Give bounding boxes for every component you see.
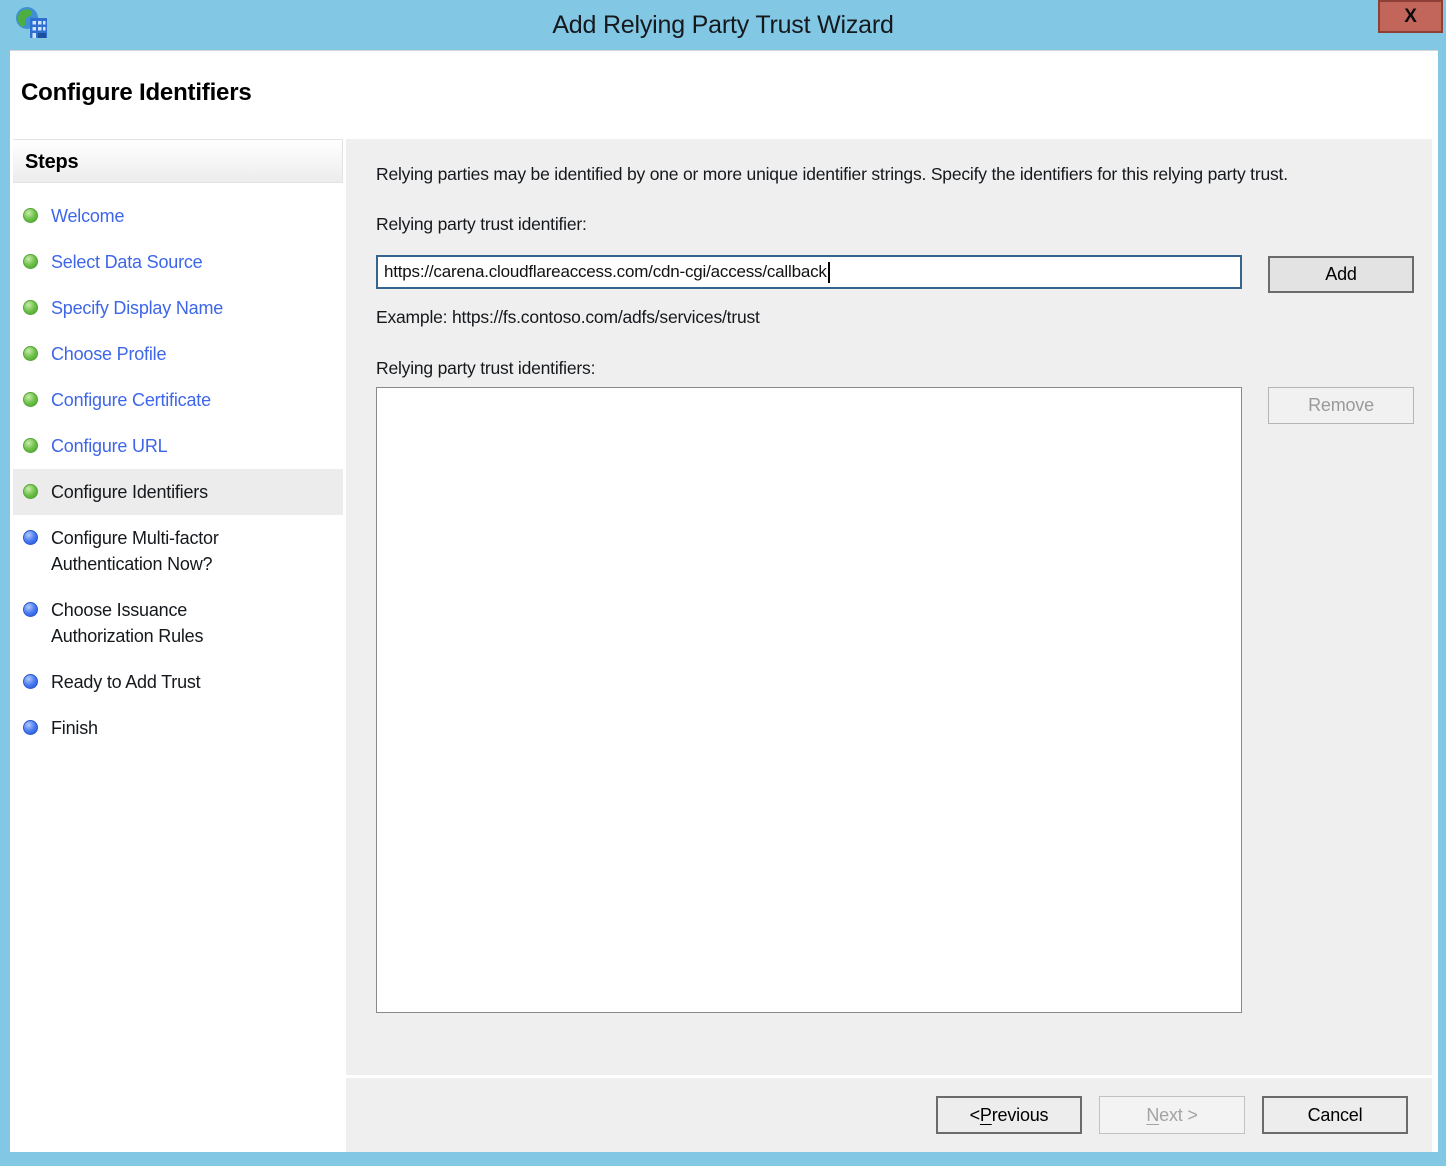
step-label: Configure Certificate: [51, 387, 211, 413]
previous-label-rest: revious: [992, 1105, 1049, 1126]
step-done-bullet: [23, 346, 38, 361]
step-label: Welcome: [51, 203, 124, 229]
close-icon: X: [1404, 6, 1416, 28]
sidebar-step-configure-url[interactable]: Configure URL: [13, 423, 343, 469]
step-pending-bullet: [23, 602, 38, 617]
step-done-bullet: [23, 300, 38, 315]
step-label: Choose Profile: [51, 341, 166, 367]
sidebar-step-configure-identifiers-current: Configure Identifiers: [13, 469, 343, 515]
sidebar-step-ready-to-add-trust: Ready to Add Trust: [13, 659, 343, 705]
identifier-input-value: https://carena.cloudflareaccess.com/cdn-…: [384, 262, 827, 282]
sidebar-step-select-data-source[interactable]: Select Data Source: [13, 239, 343, 285]
step-label: Specify Display Name: [51, 295, 223, 321]
previous-label-pre: <: [970, 1105, 980, 1126]
wizard-body: Configure Identifiers Steps Welcome Sele…: [10, 50, 1438, 1152]
sidebar-step-choose-profile[interactable]: Choose Profile: [13, 331, 343, 377]
sidebar-step-finish: Finish: [13, 705, 343, 751]
title-bar: Add Relying Party Trust Wizard X: [0, 0, 1446, 50]
sidebar-step-specify-display-name[interactable]: Specify Display Name: [13, 285, 343, 331]
sidebar-step-welcome[interactable]: Welcome: [13, 193, 343, 239]
step-pending-bullet: [23, 674, 38, 689]
identifiers-listbox[interactable]: [376, 387, 1242, 1013]
identifier-input[interactable]: https://carena.cloudflareaccess.com/cdn-…: [376, 255, 1242, 289]
steps-sidebar: Steps Welcome Select Data Source Specify…: [13, 139, 343, 1152]
intro-text: Relying parties may be identified by one…: [376, 161, 1414, 188]
step-label: Configure Multi-factor Authentication No…: [51, 525, 273, 577]
steps-heading: Steps: [13, 139, 343, 183]
sidebar-step-configure-certificate[interactable]: Configure Certificate: [13, 377, 343, 423]
step-label: Ready to Add Trust: [51, 669, 201, 695]
previous-button[interactable]: < Previous: [936, 1096, 1082, 1134]
step-done-bullet: [23, 392, 38, 407]
footer-bar: < Previous Next > Cancel: [346, 1078, 1432, 1152]
step-done-bullet: [23, 208, 38, 223]
next-label-rest: ext >: [1159, 1105, 1198, 1126]
step-label: Select Data Source: [51, 249, 202, 275]
next-button: Next >: [1099, 1096, 1245, 1134]
sidebar-step-configure-mfa: Configure Multi-factor Authentication No…: [13, 515, 343, 587]
step-label: Choose Issuance Authorization Rules: [51, 597, 273, 649]
close-button[interactable]: X: [1378, 0, 1443, 33]
add-button[interactable]: Add: [1268, 256, 1414, 293]
text-caret: [828, 262, 830, 283]
previous-label-accel: P: [980, 1105, 992, 1126]
page-title: Configure Identifiers: [21, 79, 251, 107]
identifiers-list-label: Relying party trust identifiers:: [376, 358, 1242, 379]
example-text: Example: https://fs.contoso.com/adfs/ser…: [376, 307, 1242, 328]
next-label-accel: N: [1146, 1105, 1159, 1126]
main-panel: Relying parties may be identified by one…: [346, 139, 1432, 1075]
step-done-bullet: [23, 254, 38, 269]
adfs-wizard-icon: [13, 5, 53, 45]
identifier-label: Relying party trust identifier:: [376, 214, 1242, 235]
step-label: Configure Identifiers: [51, 479, 208, 505]
cancel-button[interactable]: Cancel: [1262, 1096, 1408, 1134]
remove-button: Remove: [1268, 387, 1414, 424]
steps-list: Welcome Select Data Source Specify Displ…: [13, 183, 343, 751]
step-label: Finish: [51, 715, 98, 741]
window-title: Add Relying Party Trust Wizard: [552, 11, 893, 40]
sidebar-step-choose-issuance-rules: Choose Issuance Authorization Rules: [13, 587, 343, 659]
step-current-bullet: [23, 484, 38, 499]
step-pending-bullet: [23, 720, 38, 735]
step-label: Configure URL: [51, 433, 167, 459]
step-pending-bullet: [23, 530, 38, 545]
step-done-bullet: [23, 438, 38, 453]
